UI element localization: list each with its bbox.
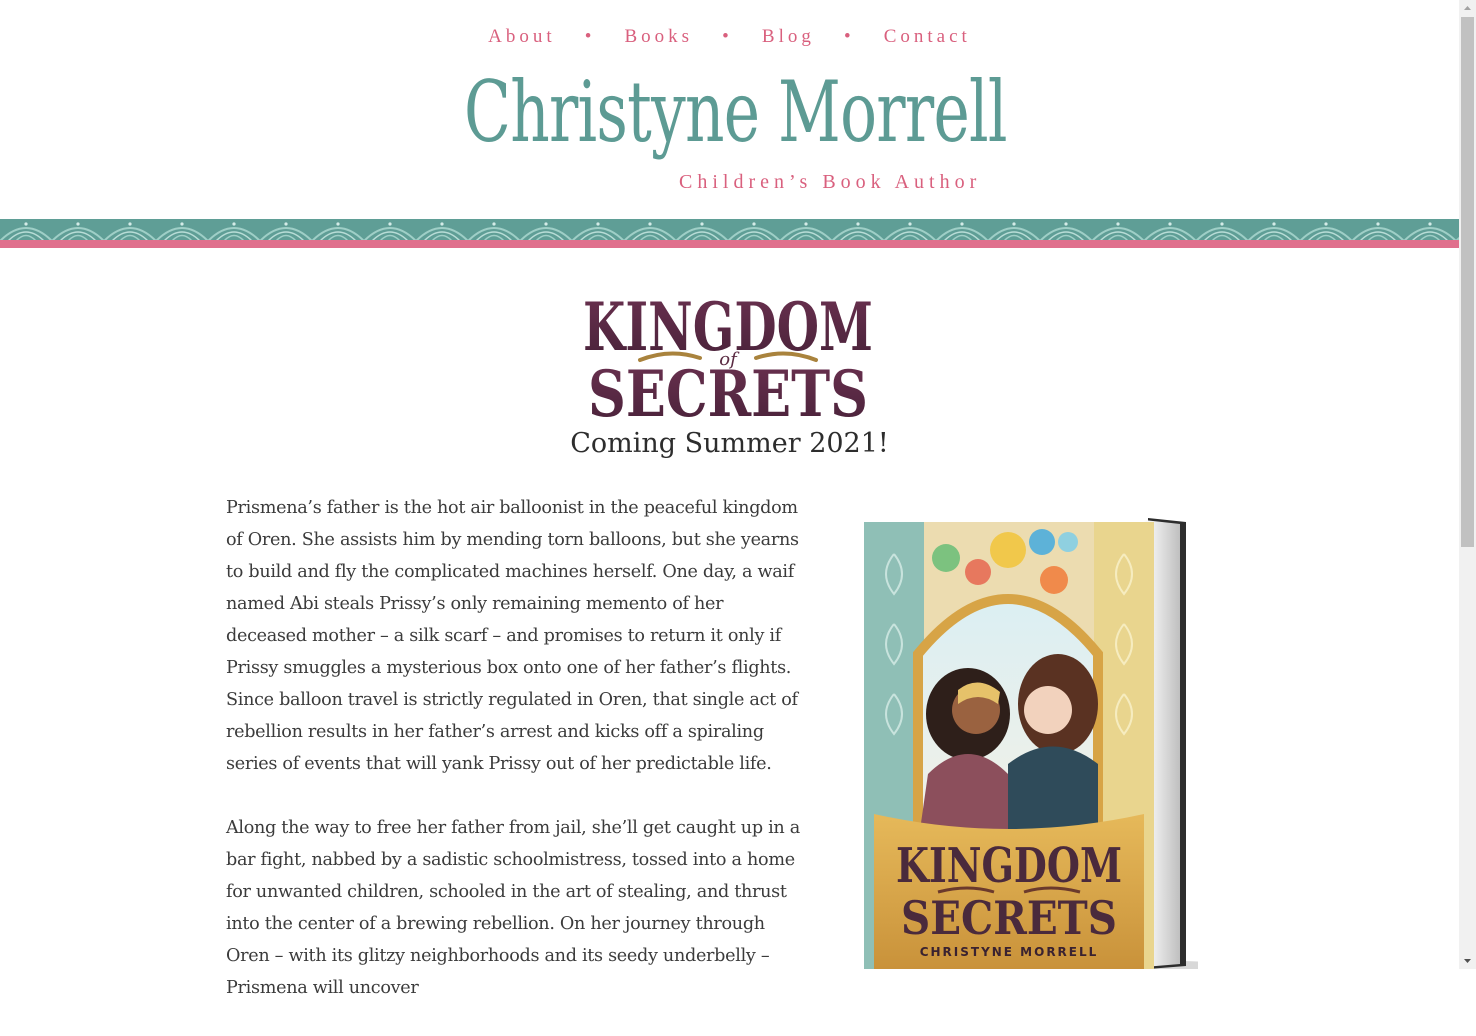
nav-separator: • xyxy=(722,26,733,47)
nav-separator: • xyxy=(584,26,596,47)
description-paragraph: Prismena’s father is the hot air balloon… xyxy=(226,498,799,774)
book-description: Prismena’s father is the hot air balloon… xyxy=(226,492,808,1036)
nav-about[interactable]: About xyxy=(488,26,556,48)
decorative-band xyxy=(0,219,1459,241)
main-nav: About • Books • Blog • Contact xyxy=(0,26,1459,48)
scrollbar-thumb[interactable] xyxy=(1461,17,1474,547)
scroll-up-icon[interactable] xyxy=(1459,0,1476,17)
book-title-logo: KINGDOM of SECRETS xyxy=(580,282,876,432)
release-note: Coming Summer 2021! xyxy=(570,428,889,459)
cover-title-2: SECRETS xyxy=(901,891,1117,945)
scroll-down-icon[interactable] xyxy=(1459,952,1476,969)
nav-blog[interactable]: Blog xyxy=(762,26,815,48)
title-line-2: SECRETS xyxy=(588,357,868,424)
description-paragraph: Along the way to free her father from ja… xyxy=(226,818,800,998)
vertical-scrollbar[interactable] xyxy=(1459,0,1476,969)
logo-subtitle: Children’s Book Author xyxy=(679,171,982,193)
site-logo[interactable]: Christyne Morrell Children’s Book Author xyxy=(462,70,1008,200)
logo-name: Christyne Morrell xyxy=(464,63,1008,161)
cover-author: CHRISTYNE MORRELL xyxy=(920,945,1099,959)
nav-contact[interactable]: Contact xyxy=(884,26,971,48)
cover-title-1: KINGDOM xyxy=(896,838,1122,894)
pink-stripe xyxy=(0,240,1459,248)
nav-separator: • xyxy=(843,26,855,47)
book-cover-image[interactable]: KINGDOM SECRETS CHRISTYNE MORRELL xyxy=(858,514,1238,972)
nav-books[interactable]: Books xyxy=(625,26,694,48)
